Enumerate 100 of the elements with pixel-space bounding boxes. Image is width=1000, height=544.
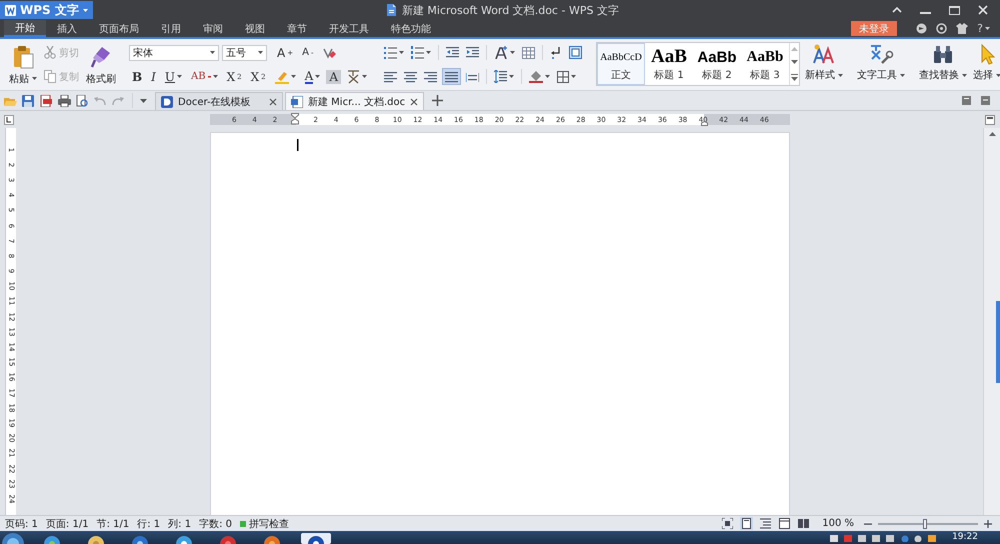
line-spacing-icon	[494, 70, 507, 83]
strikethrough-button[interactable]: AB	[188, 68, 221, 85]
status-text: 字数: 0	[199, 518, 232, 530]
new-style-button[interactable]: 新样式	[802, 39, 846, 87]
superscript-button[interactable]: X$^{2}$	[224, 68, 245, 85]
style-item[interactable]: AaB 标题 1	[644, 43, 693, 85]
underline-button[interactable]: U	[162, 68, 186, 85]
document-icon	[386, 4, 397, 16]
line-spacing-button[interactable]	[492, 68, 516, 85]
font-size-field[interactable]: 五号	[222, 44, 267, 60]
frame-icon	[568, 46, 582, 59]
paragraph-marks-icon	[550, 46, 562, 58]
zoom-in-icon[interactable]	[984, 520, 992, 528]
bold-button[interactable]: B	[129, 68, 146, 85]
ruler-toggle-icon[interactable]	[985, 114, 995, 124]
zoom-slider-thumb[interactable]	[923, 518, 927, 528]
spell-check-button[interactable]: 拼写检查	[240, 516, 289, 530]
menu-tab[interactable]: 特色功能	[380, 20, 442, 37]
menu-tab[interactable]: 页面布局	[88, 20, 150, 37]
menu-tab[interactable]: 章节	[276, 20, 318, 37]
scroll-up-icon[interactable]	[988, 132, 996, 137]
close-tab-icon[interactable]	[269, 98, 277, 106]
start-orb-icon[interactable]	[0, 531, 26, 544]
document-tab[interactable]: Docer-在线模板	[155, 92, 283, 110]
full-screen-icon[interactable]	[721, 517, 734, 530]
maximize-icon[interactable]	[949, 6, 960, 14]
save-icon[interactable]	[22, 94, 35, 106]
menu-tab[interactable]: 开始	[4, 20, 46, 37]
font-color-button[interactable]: A	[302, 68, 324, 85]
caret-icon	[985, 27, 990, 30]
grow-font-button[interactable]: A$^{+}$	[274, 44, 296, 61]
reading-view-icon[interactable]	[797, 517, 810, 530]
menu-tab[interactable]: 视图	[234, 20, 276, 37]
caret-icon	[210, 51, 215, 54]
status-text: 行: 1	[137, 518, 160, 530]
table-button[interactable]	[520, 44, 537, 61]
paintbrush-icon	[90, 44, 112, 68]
align-justify-button[interactable]	[442, 68, 461, 85]
select-button[interactable]: 选择	[970, 39, 1000, 87]
skin-icon[interactable]	[916, 23, 928, 34]
indent-marker-icon[interactable]	[291, 113, 300, 126]
italic-button[interactable]: I	[148, 68, 159, 85]
menu-tab[interactable]: 开发工具	[318, 20, 380, 37]
numbering-button[interactable]	[408, 44, 433, 61]
style-item[interactable]: AaBb 标题 3	[740, 43, 789, 85]
restore-tab-icon[interactable]	[981, 96, 990, 105]
numbered-list-icon	[410, 46, 424, 59]
taskbar-app-icon[interactable]	[298, 531, 334, 544]
caret-icon	[290, 75, 296, 78]
caret-icon	[362, 75, 367, 78]
caret-icon	[900, 74, 905, 76]
shirt-icon[interactable]	[956, 23, 968, 34]
style-item[interactable]: AaBbCcD 正文	[596, 43, 645, 85]
outline-view-icon[interactable]	[759, 517, 772, 530]
bullets-button[interactable]	[382, 44, 406, 61]
caret-icon	[510, 51, 515, 54]
caret-icon	[212, 75, 218, 78]
new-tab-icon[interactable]	[432, 95, 444, 106]
help-button[interactable]: ?	[977, 22, 990, 35]
borders-button[interactable]	[554, 68, 578, 85]
caret-icon	[996, 74, 1000, 76]
gallery-more-icon[interactable]	[790, 74, 798, 81]
close-icon[interactable]	[978, 5, 988, 15]
feedback-icon[interactable]	[936, 23, 948, 34]
menu-tab[interactable]: 审阅	[192, 20, 234, 37]
align-left-icon	[384, 70, 397, 82]
print-icon[interactable]	[58, 94, 71, 106]
document-tab[interactable]: 新建 Micr... 文档.doc	[285, 92, 424, 110]
word-document-icon	[291, 96, 303, 108]
print-preview-icon[interactable]	[76, 94, 89, 106]
tab-stop-icon[interactable]	[4, 114, 14, 124]
caret-icon	[258, 51, 263, 54]
text-tools-button[interactable]: 文字工具	[854, 39, 908, 87]
font-name-field[interactable]: 宋体	[129, 44, 219, 60]
app-menu-button[interactable]: WPS 文字	[0, 1, 93, 19]
menu-tab[interactable]: 引用	[150, 20, 192, 37]
close-tab-icon[interactable]	[410, 98, 418, 106]
page-view-icon[interactable]	[740, 517, 754, 530]
side-panel-handle[interactable]	[996, 301, 1000, 383]
web-view-icon[interactable]	[778, 517, 792, 530]
collapse-icon[interactable]	[892, 6, 902, 14]
vertical-scrollbar[interactable]	[983, 128, 1000, 515]
find-replace-button[interactable]: 查找替换	[916, 39, 970, 87]
caret-icon	[32, 77, 37, 80]
status-text: 页面: 1/1	[46, 518, 89, 530]
style-item[interactable]: AaBb 标题 2	[692, 43, 741, 85]
paste-button[interactable]: 粘贴	[6, 40, 40, 88]
pdf-export-icon[interactable]	[40, 94, 53, 106]
menu-tab[interactable]: 插入	[46, 20, 88, 37]
frame-button[interactable]	[566, 44, 584, 61]
right-indent-marker-icon[interactable]	[701, 121, 708, 126]
style-letters-icon	[810, 43, 837, 65]
align-justify-icon	[444, 70, 458, 82]
customize-caret-icon[interactable]	[140, 98, 147, 102]
align-distributed-icon	[466, 70, 479, 82]
character-shading-button[interactable]: A	[326, 70, 341, 84]
format-painter-button[interactable]: 格式刷	[83, 40, 119, 88]
scroll-down-icon[interactable]	[790, 60, 798, 66]
shading-button[interactable]	[526, 68, 552, 85]
tab-list-icon[interactable]	[962, 96, 971, 105]
